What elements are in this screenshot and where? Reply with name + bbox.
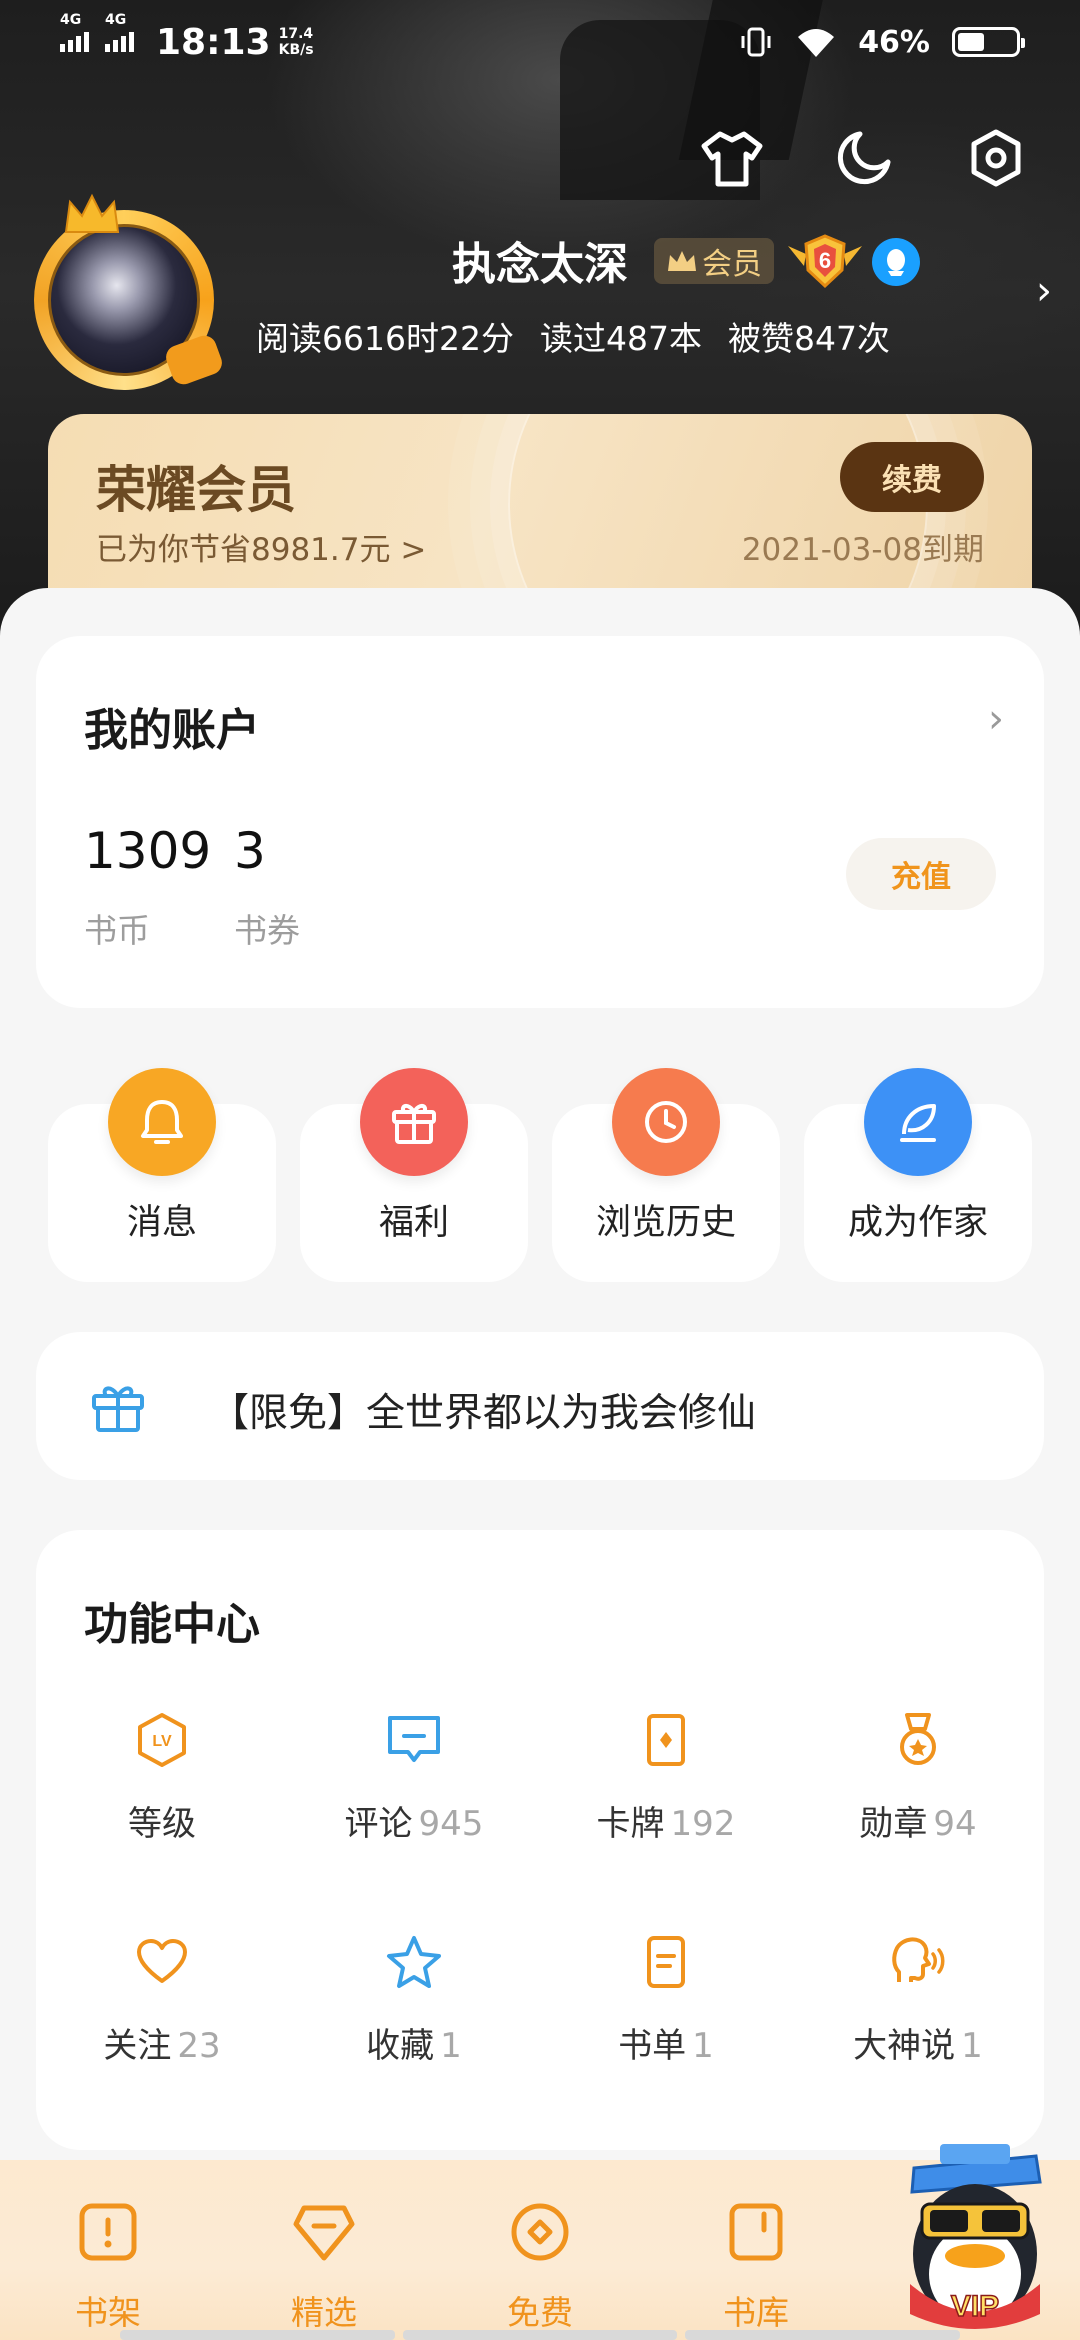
function-medals[interactable]: 勋章 94 [792, 1710, 1044, 1850]
signal-icon: 4G [105, 12, 134, 52]
function-comments[interactable]: 评论 945 [288, 1710, 540, 1850]
renew-button[interactable]: 续费 [840, 442, 984, 512]
booklist-icon [636, 1932, 696, 1992]
function-level[interactable]: LV 等级 [36, 1710, 288, 1850]
reading-stats: 阅读6616时22分 读过487本 被赞847次 [256, 312, 890, 360]
nav-free[interactable]: 免费 [440, 2200, 640, 2332]
bookshelf-icon [79, 2203, 137, 2261]
level-badge[interactable]: 6 [786, 232, 864, 294]
nav-featured[interactable]: 精选 [224, 2200, 424, 2332]
outfit-icon[interactable] [694, 120, 770, 196]
chevron-right-icon[interactable]: › [1036, 268, 1052, 314]
username[interactable]: 执念太深 [452, 228, 628, 292]
signal-icon: 4G [60, 12, 89, 52]
promo-banner[interactable]: 【限免】全世界都以为我会修仙 [36, 1332, 1044, 1480]
stat-likes: 被赞847次 [727, 319, 890, 358]
coins-value[interactable]: 1309 [84, 822, 211, 880]
function-master-says[interactable]: 大神说 1 [792, 1932, 1044, 2072]
library-icon [729, 2203, 783, 2261]
membership-expiry: 2021-03-08到期 [741, 532, 984, 568]
diamond-icon [293, 2205, 355, 2261]
vouchers-value[interactable]: 3 [234, 822, 266, 880]
night-mode-icon[interactable] [826, 120, 902, 196]
svg-text:LV: LV [152, 1733, 172, 1750]
nav-bookshelf[interactable]: 书架 [8, 2200, 208, 2332]
function-following[interactable]: 关注 23 [36, 1932, 288, 2072]
card-icon [636, 1710, 696, 1770]
coin-icon [511, 2203, 569, 2261]
level-icon: LV [132, 1710, 192, 1770]
quick-action-history[interactable]: 浏览历史 [552, 1068, 780, 1282]
function-booklist[interactable]: 书单 1 [540, 1932, 792, 2072]
clock-icon [612, 1068, 720, 1176]
speaker-icon [888, 1932, 948, 1992]
recharge-button[interactable]: 充值 [846, 838, 996, 910]
function-center-title: 功能中心 [84, 1599, 260, 1650]
vip-tag[interactable]: 会员 [654, 238, 774, 284]
coins-label: 书币 [84, 911, 150, 950]
medal-icon [888, 1710, 948, 1770]
promo-text: 【限免】全世界都以为我会修仙 [210, 1391, 757, 1436]
quick-action-messages[interactable]: 消息 [48, 1068, 276, 1282]
function-center: 功能中心 LV 等级 评论 945 卡牌 192 勋章 94 关注 23 收藏 1 [36, 1530, 1044, 2150]
settings-icon[interactable] [958, 120, 1034, 196]
avatar[interactable] [34, 193, 226, 390]
network-speed: 17.4 KB/s [278, 26, 314, 58]
function-cards[interactable]: 卡牌 192 [540, 1710, 792, 1850]
gesture-bar [120, 2330, 961, 2340]
star-icon [384, 1932, 444, 1992]
membership-savings[interactable]: 已为你节省8981.7元 > [96, 524, 426, 569]
heart-icon [132, 1932, 192, 1992]
account-title: 我的账户 [84, 705, 260, 756]
qq-icon[interactable] [872, 238, 920, 286]
clock: 18:13 [156, 21, 271, 63]
comment-icon [384, 1710, 444, 1770]
battery-icon [952, 27, 1025, 57]
nav-library[interactable]: 书库 [656, 2200, 856, 2332]
membership-title: 荣耀会员 [96, 461, 296, 519]
account-card[interactable]: 我的账户 › 1309 书币 3 书券 充值 [36, 636, 1044, 1008]
chevron-right-icon[interactable]: › [988, 696, 1004, 742]
quill-icon [864, 1068, 972, 1176]
status-bar: 4G 4G 18:13 17.4 KB/s 46% [0, 0, 1080, 84]
crown-icon [668, 251, 696, 271]
stat-books-read: 读过487本 [539, 319, 702, 358]
quick-action-welfare[interactable]: 福利 [300, 1068, 528, 1282]
function-favorites[interactable]: 收藏 1 [288, 1932, 540, 2072]
wifi-icon [798, 29, 835, 57]
svg-text:6: 6 [819, 248, 831, 273]
svg-text:VIP: VIP [951, 2290, 999, 2323]
gift-icon [92, 1386, 144, 1432]
vouchers-label: 书券 [234, 911, 300, 950]
vibrate-icon [741, 27, 771, 57]
crown-icon [64, 193, 120, 233]
vip-mascot[interactable]: VIP [900, 2134, 1050, 2340]
membership-card[interactable]: 荣耀会员 已为你节省8981.7元 > 续费 2021-03-08到期 [48, 414, 1032, 614]
quick-action-become-writer[interactable]: 成为作家 [804, 1068, 1032, 1282]
battery-percent: 46% [858, 24, 930, 60]
gift-icon [360, 1068, 468, 1176]
bell-icon [108, 1068, 216, 1176]
stat-reading-time: 阅读6616时22分 [256, 319, 514, 358]
